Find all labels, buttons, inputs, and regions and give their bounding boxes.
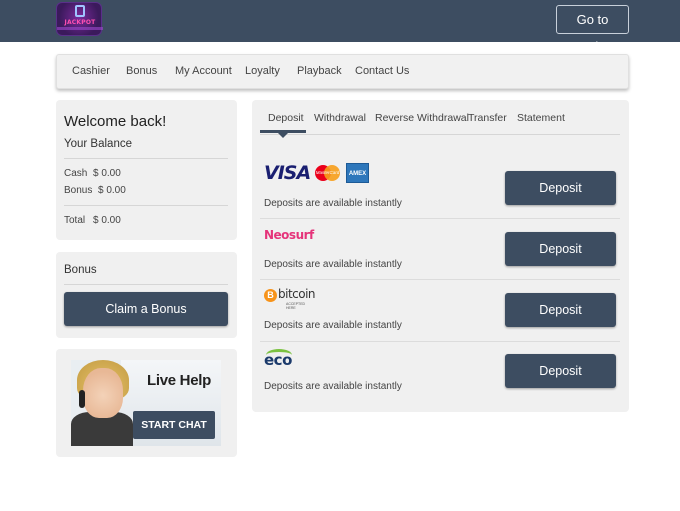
your-balance-label: Your Balance [64, 138, 132, 150]
bonus-panel: Bonus Claim a Bonus [56, 252, 237, 338]
headset-icon [79, 390, 85, 408]
nav-loyalty[interactable]: Loyalty [245, 55, 280, 88]
eco-logo: eco [264, 349, 296, 369]
eco-deposit-button[interactable]: Deposit [505, 354, 616, 388]
welcome-panel: Welcome back! Your Balance Cash $ 0.00 B… [56, 100, 237, 240]
live-help-banner[interactable]: Live Help START CHAT [71, 360, 221, 446]
total-value: $ 0.00 [93, 215, 121, 226]
card-deposit-note: Deposits are available instantly [264, 198, 402, 209]
bitcoin-icon: B [264, 289, 277, 302]
bitcoin-accepted-text: ACCEPTED HERE [286, 302, 306, 310]
go-to-casino-button[interactable]: Go to Casino [556, 5, 629, 54]
live-help-panel: Live Help START CHAT [56, 349, 237, 457]
bitcoin-logo: B bitcoin ACCEPTED HERE [264, 287, 316, 310]
row-divider [260, 341, 620, 342]
main-nav: Cashier Bonus My Account Loyalty Playbac… [56, 54, 629, 89]
mastercard-text: MasterCard [315, 170, 340, 175]
row-divider [260, 218, 620, 219]
mastercard-logo: MasterCard [315, 163, 340, 183]
bonus-label: Bonus [64, 185, 93, 196]
nav-cashier[interactable]: Cashier [72, 55, 110, 88]
bitcoin-deposit-button[interactable]: Deposit [505, 293, 616, 327]
logo-emblem-icon [75, 5, 85, 17]
nav-bonus[interactable]: Bonus [126, 55, 157, 88]
nav-contact-us[interactable]: Contact Us [355, 55, 409, 88]
welcome-title: Welcome back! [64, 113, 167, 130]
row-divider [260, 279, 620, 280]
bonus-panel-title: Bonus [64, 264, 97, 276]
agent-photo [83, 368, 123, 418]
cash-label: Cash [64, 168, 88, 179]
logo-text: JACKPOT [64, 19, 96, 26]
eco-deposit-note: Deposits are available instantly [264, 381, 402, 392]
divider [64, 284, 228, 285]
cashier-panel: Deposit Withdrawal Reverse Withdrawal Tr… [252, 100, 629, 412]
bitcoin-wordmark: bitcoin [278, 287, 316, 301]
neosurf-deposit-button[interactable]: Deposit [505, 232, 616, 266]
neosurf-deposit-note: Deposits are available instantly [264, 259, 402, 270]
casino-logo[interactable]: JACKPOT [56, 2, 103, 36]
total-label: Total [64, 215, 86, 226]
eco-wordmark: eco [264, 351, 292, 369]
top-header: JACKPOT Go to Casino [0, 0, 680, 54]
cash-value: $ 0.00 [93, 168, 121, 179]
divider [64, 205, 228, 206]
visa-logo: VISA [264, 162, 311, 184]
card-deposit-button[interactable]: Deposit [505, 171, 616, 205]
tab-transfer[interactable]: Transfer [468, 112, 507, 134]
tab-statement[interactable]: Statement [517, 112, 565, 134]
nav-playback[interactable]: Playback [297, 55, 342, 88]
amex-logo: AMEX [346, 163, 369, 183]
divider [64, 158, 228, 159]
neosurf-logo: Neosurf [264, 228, 314, 242]
live-help-title: Live Help [147, 372, 211, 389]
tab-withdrawal[interactable]: Withdrawal [314, 112, 366, 134]
tab-reverse-withdrawal[interactable]: Reverse Withdrawal [375, 112, 469, 134]
tabs-underline [260, 134, 620, 135]
start-chat-button[interactable]: START CHAT [133, 411, 215, 439]
claim-bonus-button[interactable]: Claim a Bonus [64, 292, 228, 326]
active-tab-caret-icon [278, 133, 288, 138]
nav-my-account[interactable]: My Account [175, 55, 232, 88]
bitcoin-deposit-note: Deposits are available instantly [264, 320, 402, 331]
logo-underline [57, 27, 103, 30]
bonus-value: $ 0.00 [98, 185, 126, 196]
